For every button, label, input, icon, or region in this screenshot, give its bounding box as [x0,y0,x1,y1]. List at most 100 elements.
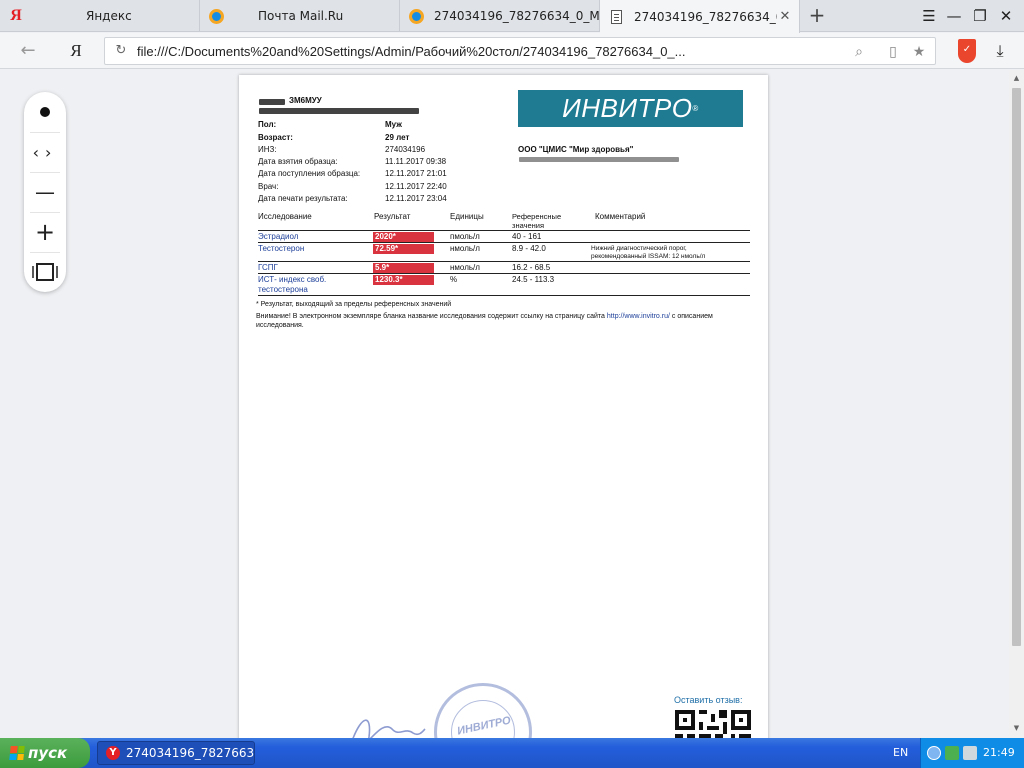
signature-image [352,719,426,738]
redacted-block [259,108,419,114]
test-name-link[interactable]: ГСПГ [258,263,278,273]
column-result: Результат [374,212,411,221]
close-icon[interactable]: ✕ [777,9,793,24]
taskbar-window-label: 274034196_7827663... [126,746,255,760]
received-date-value: 12.11.2017 21:01 [385,169,447,178]
close-window-icon[interactable]: ✕ [996,6,1016,26]
doctor-label: Врач: [258,182,279,191]
age-value: 29 лет [385,133,410,142]
zoom-out-icon[interactable]: — [24,172,66,212]
page-nav-icon[interactable]: ‹› [24,132,66,172]
qr-code-image[interactable] [675,709,751,738]
yandex-logo-icon: Я [10,7,22,24]
test-name-link[interactable]: ИСТ- индекс своб. тестостерона [258,275,358,295]
clock: 21:49 [983,746,1015,759]
logo-text: ИНВИТРО [562,93,693,123]
mail-ru-icon [208,8,224,24]
reader-page-icon[interactable]: ▯ [883,42,903,62]
start-label: пуск [28,744,68,762]
redacted-address [519,157,679,162]
document-icon [608,9,624,25]
fit-page-icon[interactable] [24,252,66,292]
download-tray-icon[interactable] [945,746,959,760]
download-icon[interactable]: ⤓ [990,40,1010,62]
tab-mail-ru[interactable]: Почта Mail.Ru [200,0,400,32]
new-tab-button[interactable]: + [806,4,828,26]
feedback-label[interactable]: Оставить отзыв: [674,695,742,705]
units-cell: пмоль/л [450,232,480,241]
test-name-link[interactable]: Тестостерон [258,244,304,254]
tab-strip: Я Яндекс Почта Mail.Ru 274034196_7827663… [0,0,1024,33]
viewer-toolbar: ‹› — + [24,92,66,292]
document-page: ЗМ6МУУ Пол: Муж Возраст: 29 лет ИНЗ: 274… [239,75,768,738]
divider [258,273,750,274]
column-reference: Референсные значения [512,212,562,230]
scroll-down-arrow-icon[interactable]: ▼ [1012,724,1021,733]
stamp-seal: ИНВИТРО [434,683,532,738]
print-date-label: Дата печати результата: [258,194,348,203]
invitro-link[interactable]: http://www.invitro.ru/ [607,313,670,320]
gender-label: Пол: [258,120,277,129]
navigation-bar: ← Я ↻ file:///C:/Documents%20and%20Setti… [0,33,1024,69]
restore-icon[interactable]: ❐ [970,6,990,26]
result-flagged: 2020* [373,232,434,242]
units-cell: нмоль/л [450,263,480,272]
tab-label: 274034196_78276634_0_ME [434,9,599,23]
footnote: * Результат, выходящий за пределы рефере… [256,301,452,308]
divider [258,261,750,262]
received-date-label: Дата поступления образца: [258,169,361,178]
column-units: Единицы [450,212,484,221]
url-text[interactable]: file:///C:/Documents%20and%20Settings/Ad… [137,44,686,59]
sample-date-label: Дата взятия образца: [258,157,338,166]
reload-icon[interactable]: ↻ [113,43,129,59]
yandex-home-icon[interactable]: Я [64,39,88,63]
redacted-block [259,99,285,105]
scroll-up-arrow-icon[interactable]: ▲ [1012,74,1021,83]
bookmark-star-icon[interactable]: ★ [909,42,929,62]
system-tray: 21:49 [920,738,1024,768]
pointer-dot-icon[interactable] [24,92,66,132]
volume-icon[interactable] [963,746,977,760]
organization-name: ООО "ЦМИС "Мир здоровья" [518,145,634,154]
divider [258,242,750,243]
scroll-thumb[interactable] [1012,88,1021,646]
windows-taskbar: пуск Y 274034196_7827663... EN 21:49 [0,738,1024,768]
comment-cell: Нижний диагностический порог, рекомендов… [591,245,706,260]
reference-cell: 8.9 - 42.0 [512,244,546,253]
tab-pdf-1[interactable]: 274034196_78276634_0_ME [400,0,600,32]
back-arrow-icon[interactable]: ← [16,39,40,63]
protect-shield-icon[interactable]: ✓ [958,39,976,63]
tab-label: 274034196_78276634_0_ [634,9,777,24]
pdf-viewer: ‹› — + ЗМ6МУУ Пол: Муж Возраст: 29 лет И… [0,70,1024,738]
language-indicator[interactable]: EN [893,746,908,759]
tab-label: Яндекс [86,9,132,23]
result-flagged: 1230.3* [373,275,434,285]
notice-prefix: Внимание! В электронном экземпляре бланк… [256,313,605,320]
start-button[interactable]: пуск [0,738,90,768]
menu-icon[interactable]: ☰ [919,6,939,26]
tray-arrow-icon[interactable] [927,746,941,760]
tab-label: Почта Mail.Ru [258,9,344,23]
reference-cell: 24.5 - 113.3 [512,275,555,284]
test-name-link[interactable]: Эстрадиол [258,232,298,242]
gender-value: Муж [385,120,402,129]
column-comment: Комментарий [595,212,646,221]
tab-pdf-active[interactable]: 274034196_78276634_0_ ✕ [600,0,800,33]
units-cell: % [450,275,458,284]
minimize-icon[interactable]: — [944,6,964,26]
sample-date-value: 11.11.2017 09:38 [385,157,447,166]
windows-logo-icon [9,746,25,760]
notice-text: Внимание! В электронном экземпляре бланк… [256,313,736,330]
mail-ru-icon [408,8,424,24]
address-bar[interactable]: ↻ file:///C:/Documents%20and%20Settings/… [104,37,936,65]
invitro-logo: ИНВИТРО ® [518,90,743,127]
doctor-value: 12.11.2017 22:40 [385,182,447,191]
vertical-scrollbar[interactable]: ▲ ▼ [1009,70,1024,738]
inz-label: ИНЗ: [258,145,277,154]
zoom-in-icon[interactable]: + [24,212,66,252]
taskbar-window-button[interactable]: Y 274034196_7827663... [97,741,255,765]
find-icon[interactable]: ⌕ [849,42,869,62]
tab-yandex[interactable]: Я Яндекс [0,0,200,32]
reference-cell: 40 - 161 [512,232,542,241]
divider [258,295,750,296]
